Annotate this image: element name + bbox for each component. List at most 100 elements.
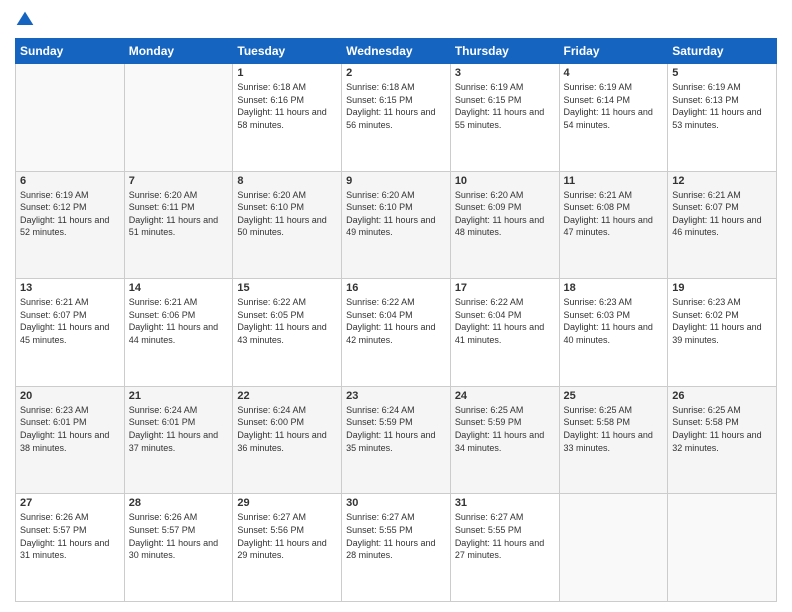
day-number: 18 (564, 282, 664, 294)
day-number: 4 (564, 67, 664, 79)
day-number: 27 (20, 497, 120, 509)
day-info: Sunrise: 6:24 AMSunset: 5:59 PMDaylight:… (346, 404, 446, 454)
day-info: Sunrise: 6:23 AMSunset: 6:02 PMDaylight:… (672, 296, 772, 346)
day-info: Sunrise: 6:21 AMSunset: 6:08 PMDaylight:… (564, 189, 664, 239)
day-info: Sunrise: 6:19 AMSunset: 6:15 PMDaylight:… (455, 81, 555, 131)
day-number: 12 (672, 175, 772, 187)
day-cell: 28 Sunrise: 6:26 AMSunset: 5:57 PMDayligh… (124, 494, 233, 602)
day-cell: 29 Sunrise: 6:27 AMSunset: 5:56 PMDayligh… (233, 494, 342, 602)
day-number: 17 (455, 282, 555, 294)
day-cell: 15 Sunrise: 6:22 AMSunset: 6:05 PMDayligh… (233, 279, 342, 387)
day-number: 29 (237, 497, 337, 509)
header-row: SundayMondayTuesdayWednesdayThursdayFrid… (16, 39, 777, 64)
day-number: 25 (564, 390, 664, 402)
day-number: 21 (129, 390, 229, 402)
day-number: 13 (20, 282, 120, 294)
day-cell: 24 Sunrise: 6:25 AMSunset: 5:59 PMDayligh… (450, 386, 559, 494)
day-cell: 6 Sunrise: 6:19 AMSunset: 6:12 PMDaylight… (16, 171, 125, 279)
calendar-header: SundayMondayTuesdayWednesdayThursdayFrid… (16, 39, 777, 64)
week-row-2: 6 Sunrise: 6:19 AMSunset: 6:12 PMDaylight… (16, 171, 777, 279)
day-cell (124, 64, 233, 172)
day-cell: 8Sunrise: 6:20 AMSunset: 6:10 PMDaylight… (233, 171, 342, 279)
header-cell-monday: Monday (124, 39, 233, 64)
day-cell: 30 Sunrise: 6:27 AMSunset: 5:55 PMDayligh… (342, 494, 451, 602)
logo (15, 10, 37, 30)
day-cell: 11 Sunrise: 6:21 AMSunset: 6:08 PMDayligh… (559, 171, 668, 279)
header (15, 10, 777, 30)
day-number: 14 (129, 282, 229, 294)
day-info: Sunrise: 6:20 AMSunset: 6:10 PMDaylight:… (346, 189, 446, 239)
day-info: Sunrise: 6:26 AMSunset: 5:57 PMDaylight:… (129, 511, 229, 561)
day-number: 11 (564, 175, 664, 187)
day-number: 30 (346, 497, 446, 509)
day-number: 16 (346, 282, 446, 294)
day-cell (668, 494, 777, 602)
day-cell: 12 Sunrise: 6:21 AMSunset: 6:07 PMDayligh… (668, 171, 777, 279)
day-number: 6 (20, 175, 120, 187)
day-number: 5 (672, 67, 772, 79)
day-cell: 13Sunrise: 6:21 AMSunset: 6:07 PMDayligh… (16, 279, 125, 387)
day-info: Sunrise: 6:27 AMSunset: 5:55 PMDaylight:… (455, 511, 555, 561)
day-info: Sunrise: 6:19 AMSunset: 6:14 PMDaylight:… (564, 81, 664, 131)
day-cell: 2 Sunrise: 6:18 AMSunset: 6:15 PMDaylight… (342, 64, 451, 172)
day-cell: 18Sunrise: 6:23 AMSunset: 6:03 PMDayligh… (559, 279, 668, 387)
week-row-3: 13Sunrise: 6:21 AMSunset: 6:07 PMDayligh… (16, 279, 777, 387)
day-info: Sunrise: 6:20 AMSunset: 6:10 PMDaylight:… (237, 189, 337, 239)
day-cell: 23Sunrise: 6:24 AMSunset: 5:59 PMDayligh… (342, 386, 451, 494)
day-info: Sunrise: 6:19 AMSunset: 6:12 PMDaylight:… (20, 189, 120, 239)
day-info: Sunrise: 6:18 AMSunset: 6:16 PMDaylight:… (237, 81, 337, 131)
day-cell: 9 Sunrise: 6:20 AMSunset: 6:10 PMDaylight… (342, 171, 451, 279)
day-number: 10 (455, 175, 555, 187)
day-cell: 1 Sunrise: 6:18 AMSunset: 6:16 PMDaylight… (233, 64, 342, 172)
day-number: 31 (455, 497, 555, 509)
day-cell: 16 Sunrise: 6:22 AMSunset: 6:04 PMDayligh… (342, 279, 451, 387)
header-cell-wednesday: Wednesday (342, 39, 451, 64)
day-info: Sunrise: 6:27 AMSunset: 5:55 PMDaylight:… (346, 511, 446, 561)
day-info: Sunrise: 6:27 AMSunset: 5:56 PMDaylight:… (237, 511, 337, 561)
day-info: Sunrise: 6:20 AMSunset: 6:11 PMDaylight:… (129, 189, 229, 239)
day-cell: 26 Sunrise: 6:25 AMSunset: 5:58 PMDayligh… (668, 386, 777, 494)
day-info: Sunrise: 6:22 AMSunset: 6:04 PMDaylight:… (455, 296, 555, 346)
day-number: 24 (455, 390, 555, 402)
day-cell: 14Sunrise: 6:21 AMSunset: 6:06 PMDayligh… (124, 279, 233, 387)
day-cell: 31 Sunrise: 6:27 AMSunset: 5:55 PMDayligh… (450, 494, 559, 602)
day-info: Sunrise: 6:25 AMSunset: 5:59 PMDaylight:… (455, 404, 555, 454)
day-number: 28 (129, 497, 229, 509)
day-number: 26 (672, 390, 772, 402)
day-number: 15 (237, 282, 337, 294)
day-number: 22 (237, 390, 337, 402)
header-cell-friday: Friday (559, 39, 668, 64)
day-number: 2 (346, 67, 446, 79)
header-cell-thursday: Thursday (450, 39, 559, 64)
day-cell: 10 Sunrise: 6:20 AMSunset: 6:09 PMDayligh… (450, 171, 559, 279)
day-info: Sunrise: 6:24 AMSunset: 6:01 PMDaylight:… (129, 404, 229, 454)
day-info: Sunrise: 6:18 AMSunset: 6:15 PMDaylight:… (346, 81, 446, 131)
day-cell: 22 Sunrise: 6:24 AMSunset: 6:00 PMDayligh… (233, 386, 342, 494)
day-info: Sunrise: 6:21 AMSunset: 6:07 PMDaylight:… (672, 189, 772, 239)
day-cell: 17 Sunrise: 6:22 AMSunset: 6:04 PMDayligh… (450, 279, 559, 387)
week-row-5: 27 Sunrise: 6:26 AMSunset: 5:57 PMDayligh… (16, 494, 777, 602)
day-number: 9 (346, 175, 446, 187)
day-number: 1 (237, 67, 337, 79)
calendar: SundayMondayTuesdayWednesdayThursdayFrid… (15, 38, 777, 602)
day-info: Sunrise: 6:22 AMSunset: 6:05 PMDaylight:… (237, 296, 337, 346)
day-cell: 7 Sunrise: 6:20 AMSunset: 6:11 PMDaylight… (124, 171, 233, 279)
day-number: 19 (672, 282, 772, 294)
week-row-1: 1 Sunrise: 6:18 AMSunset: 6:16 PMDaylight… (16, 64, 777, 172)
day-info: Sunrise: 6:24 AMSunset: 6:00 PMDaylight:… (237, 404, 337, 454)
header-cell-tuesday: Tuesday (233, 39, 342, 64)
day-number: 20 (20, 390, 120, 402)
day-info: Sunrise: 6:22 AMSunset: 6:04 PMDaylight:… (346, 296, 446, 346)
day-cell: 4 Sunrise: 6:19 AMSunset: 6:14 PMDaylight… (559, 64, 668, 172)
day-info: Sunrise: 6:25 AMSunset: 5:58 PMDaylight:… (564, 404, 664, 454)
header-cell-saturday: Saturday (668, 39, 777, 64)
day-info: Sunrise: 6:25 AMSunset: 5:58 PMDaylight:… (672, 404, 772, 454)
day-info: Sunrise: 6:23 AMSunset: 6:01 PMDaylight:… (20, 404, 120, 454)
day-number: 3 (455, 67, 555, 79)
day-cell: 19 Sunrise: 6:23 AMSunset: 6:02 PMDayligh… (668, 279, 777, 387)
calendar-body: 1 Sunrise: 6:18 AMSunset: 6:16 PMDaylight… (16, 64, 777, 602)
week-row-4: 20 Sunrise: 6:23 AMSunset: 6:01 PMDayligh… (16, 386, 777, 494)
day-info: Sunrise: 6:20 AMSunset: 6:09 PMDaylight:… (455, 189, 555, 239)
day-cell (16, 64, 125, 172)
day-number: 7 (129, 175, 229, 187)
